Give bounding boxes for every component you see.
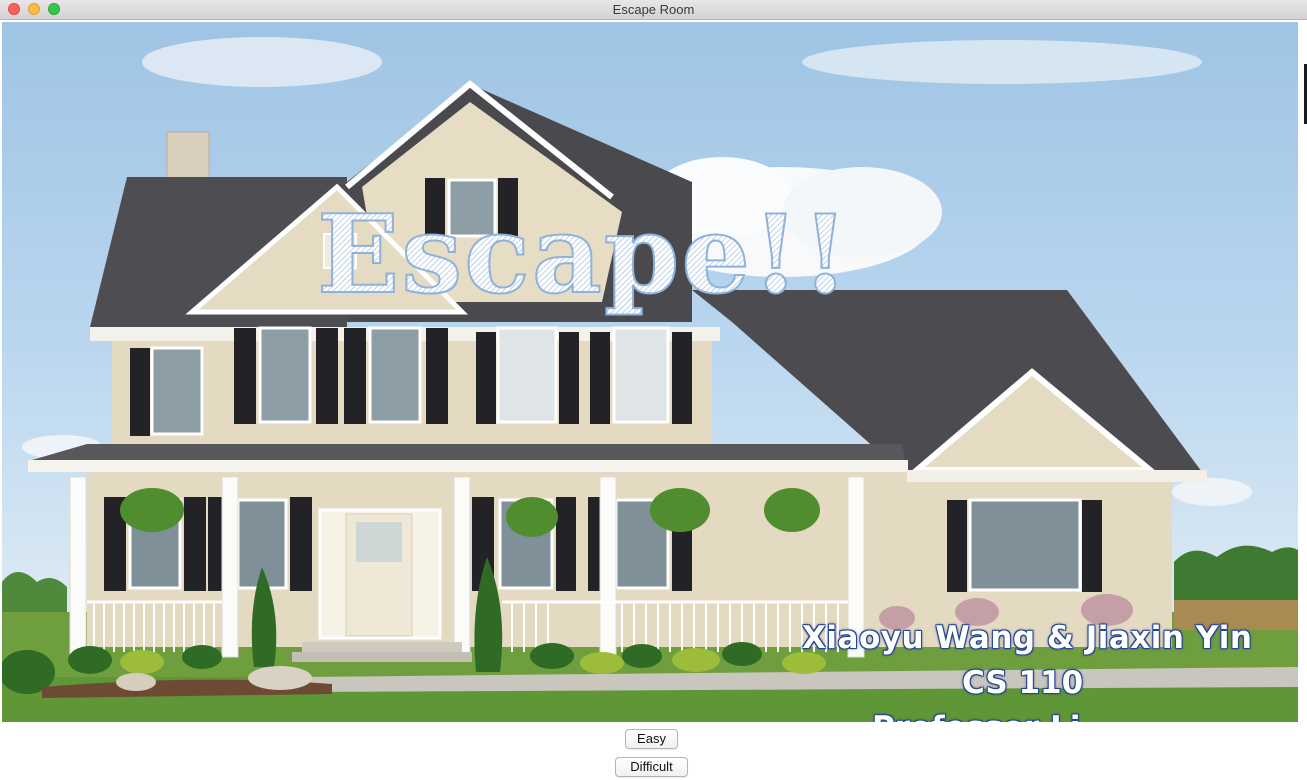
title-screen-house-image: Escape!! Xiaoyu Wang & Jiaxin Yin CS 110… (2, 22, 1298, 722)
window-content: Escape!! Xiaoyu Wang & Jiaxin Yin CS 110… (0, 20, 1307, 780)
game-title-art: Escape!! (317, 192, 851, 318)
authors-credit: Xiaoyu Wang & Jiaxin Yin (802, 620, 1253, 656)
easy-button[interactable]: Easy (625, 729, 678, 749)
house-illustration: Escape!! (2, 37, 1298, 722)
window-titlebar: Escape Room (0, 0, 1307, 20)
difficult-button[interactable]: Difficult (615, 757, 688, 777)
partial-credit-line: Professor Li (872, 710, 1080, 722)
window-title: Escape Room (612, 2, 695, 17)
course-credit: CS 110 (962, 665, 1084, 701)
